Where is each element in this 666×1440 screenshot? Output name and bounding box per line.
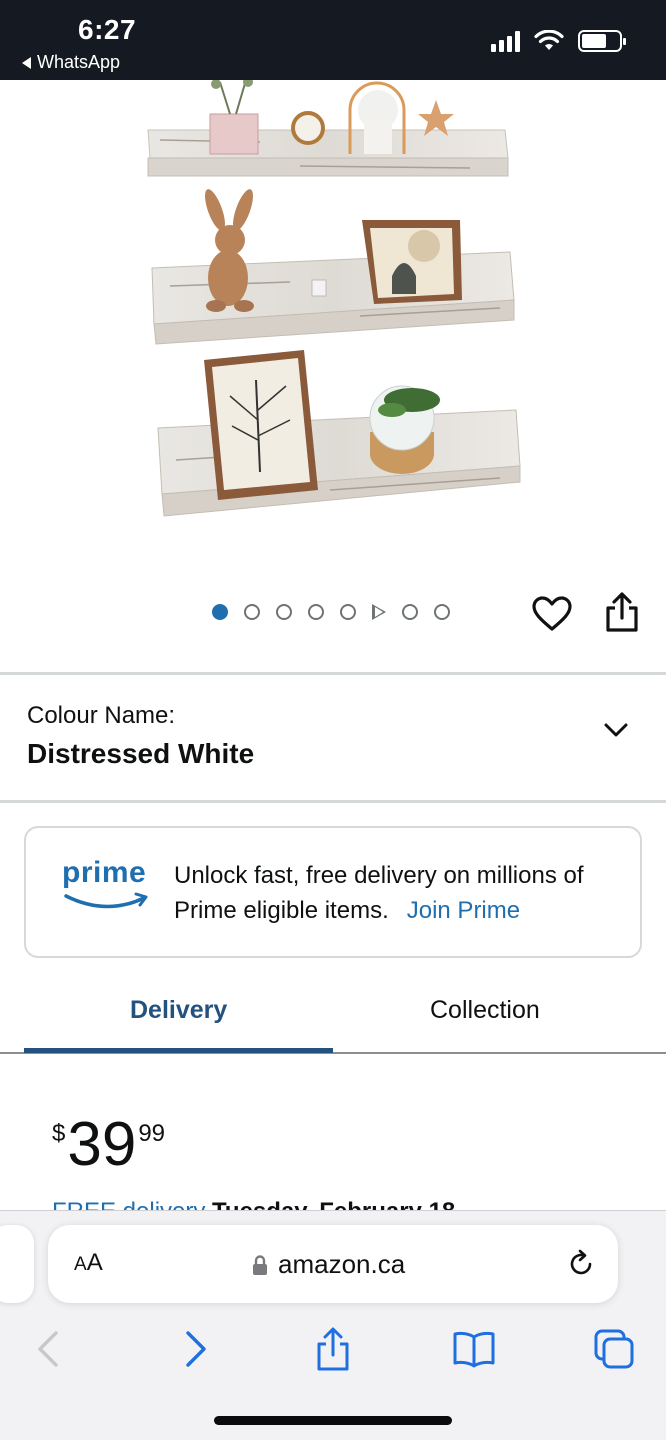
tab-collection[interactable]: Collection: [430, 996, 540, 1025]
back-triangle-icon: [22, 56, 31, 69]
status-time: 6:27: [78, 14, 137, 45]
chevron-down-icon[interactable]: [604, 718, 628, 742]
back-to-app-link[interactable]: WhatsApp: [22, 52, 120, 73]
url-display[interactable]: amazon.ca: [252, 1249, 405, 1280]
shelf-middle: [151, 189, 515, 345]
share-icon[interactable]: [311, 1327, 355, 1371]
carousel-dot-4[interactable]: [308, 604, 324, 620]
shelf-top: [147, 77, 509, 177]
carousel-dot-5[interactable]: [340, 604, 356, 620]
forward-icon[interactable]: [172, 1327, 216, 1371]
fulfillment-tabs: Delivery Collection: [0, 980, 666, 1054]
video-play-icon[interactable]: [372, 604, 386, 620]
prime-message-text: Unlock fast, free delivery on millions o…: [174, 862, 584, 924]
status-bar: 6:27 WhatsApp: [0, 0, 666, 80]
battery-icon: [578, 30, 626, 52]
tab-delivery[interactable]: Delivery: [130, 996, 227, 1025]
price-whole: 39: [67, 1110, 137, 1179]
section-divider: [0, 672, 666, 675]
price-fraction: 99: [138, 1120, 166, 1147]
bookmarks-icon[interactable]: [452, 1327, 496, 1371]
tab-selected-indicator: [24, 1048, 333, 1053]
back-app-label: WhatsApp: [37, 52, 121, 72]
status-icons: [491, 30, 626, 52]
address-bar[interactable]: AA amazon.ca: [48, 1225, 618, 1303]
shelf-bottom: [157, 350, 521, 517]
prime-logo-text: prime: [62, 856, 147, 889]
carousel-dot-8[interactable]: [434, 604, 450, 620]
reload-icon[interactable]: [566, 1249, 596, 1279]
browser-bottom-bar: AA amazon.ca: [0, 1210, 666, 1440]
colour-label: Colour Name:: [27, 702, 176, 729]
home-indicator: [214, 1416, 452, 1425]
colour-selector[interactable]: Colour Name: Distressed White: [0, 676, 666, 800]
tabs-icon[interactable]: [592, 1327, 636, 1371]
carousel-dot-3[interactable]: [276, 604, 292, 620]
wifi-icon: [534, 30, 564, 50]
previous-tab-card[interactable]: [0, 1225, 34, 1303]
carousel-dot-7[interactable]: [402, 604, 418, 620]
prime-smile-icon: [64, 892, 148, 909]
floating-shelves-photo: [147, 77, 521, 517]
image-carousel-indicator: [212, 604, 450, 620]
product-image[interactable]: [0, 77, 666, 580]
url-text: amazon.ca: [278, 1249, 406, 1279]
prime-banner[interactable]: prime Unlock fast, free delivery on mill…: [24, 826, 642, 958]
price-currency: $: [52, 1120, 66, 1147]
join-prime-link[interactable]: Join Prime: [407, 897, 520, 924]
colour-value: Distressed White: [27, 738, 255, 769]
text-size-button[interactable]: AA: [74, 1249, 103, 1277]
signal-icon: [491, 30, 520, 52]
back-icon[interactable]: [28, 1327, 72, 1371]
prime-message: Unlock fast, free delivery on millions o…: [174, 858, 624, 928]
carousel-dot-1[interactable]: [212, 604, 228, 620]
prime-logo: prime: [62, 856, 152, 916]
price: $ 39 99: [52, 1112, 165, 1178]
share-icon[interactable]: [604, 592, 640, 632]
section-divider: [0, 800, 666, 803]
lock-icon: [253, 1254, 267, 1275]
heart-icon[interactable]: [532, 596, 572, 632]
carousel-dot-2[interactable]: [244, 604, 260, 620]
